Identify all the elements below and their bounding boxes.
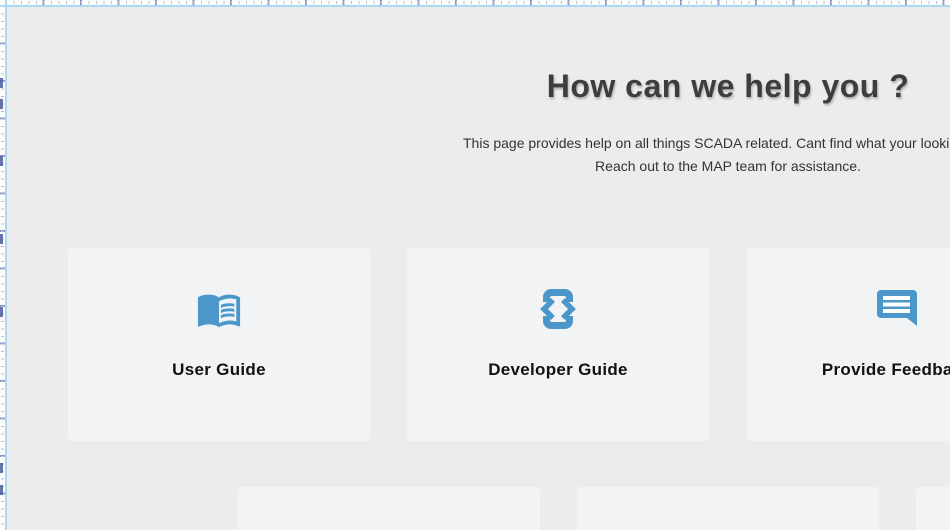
ruler-label-mark [0,156,3,166]
chat-bubble-icon [875,286,919,332]
open-book-icon [196,286,242,332]
ruler-label-mark [0,307,3,317]
ruler-label-mark [0,78,3,88]
ruler-corner [0,0,5,5]
canvas-guide-vertical [5,0,7,530]
page-subtitle: This page provides help on all things SC… [0,132,950,178]
page-subtitle-line2: Reach out to the MAP team for assistance… [0,155,950,178]
page-title: How can we help you ? [0,0,950,102]
page-subtitle-line1: This page provides help on all things SC… [0,132,950,155]
help-card-row-bottom [0,487,950,530]
ruler-label-mark [0,234,3,244]
card-label: Developer Guide [488,360,628,380]
card-label: Provide Feedback [822,360,950,380]
card-user-guide[interactable]: User Guide [68,248,370,441]
canvas-guide-horizontal [0,5,950,7]
help-page: How can we help you ? This page provides… [0,0,950,530]
ruler-label-mark [0,485,3,495]
card-partial[interactable] [577,487,879,530]
help-card-row-top: User Guide Developer Guide [0,248,950,441]
ruler-label-mark [0,99,3,109]
ruler-label-mark [0,463,3,473]
developer-mode-icon [535,286,581,332]
card-partial[interactable] [916,487,950,530]
card-label: User Guide [172,360,266,380]
card-developer-guide[interactable]: Developer Guide [407,248,709,441]
design-canvas: How can we help you ? This page provides… [0,0,950,530]
card-provide-feedback[interactable]: Provide Feedback [746,248,950,441]
card-partial[interactable] [238,487,540,530]
